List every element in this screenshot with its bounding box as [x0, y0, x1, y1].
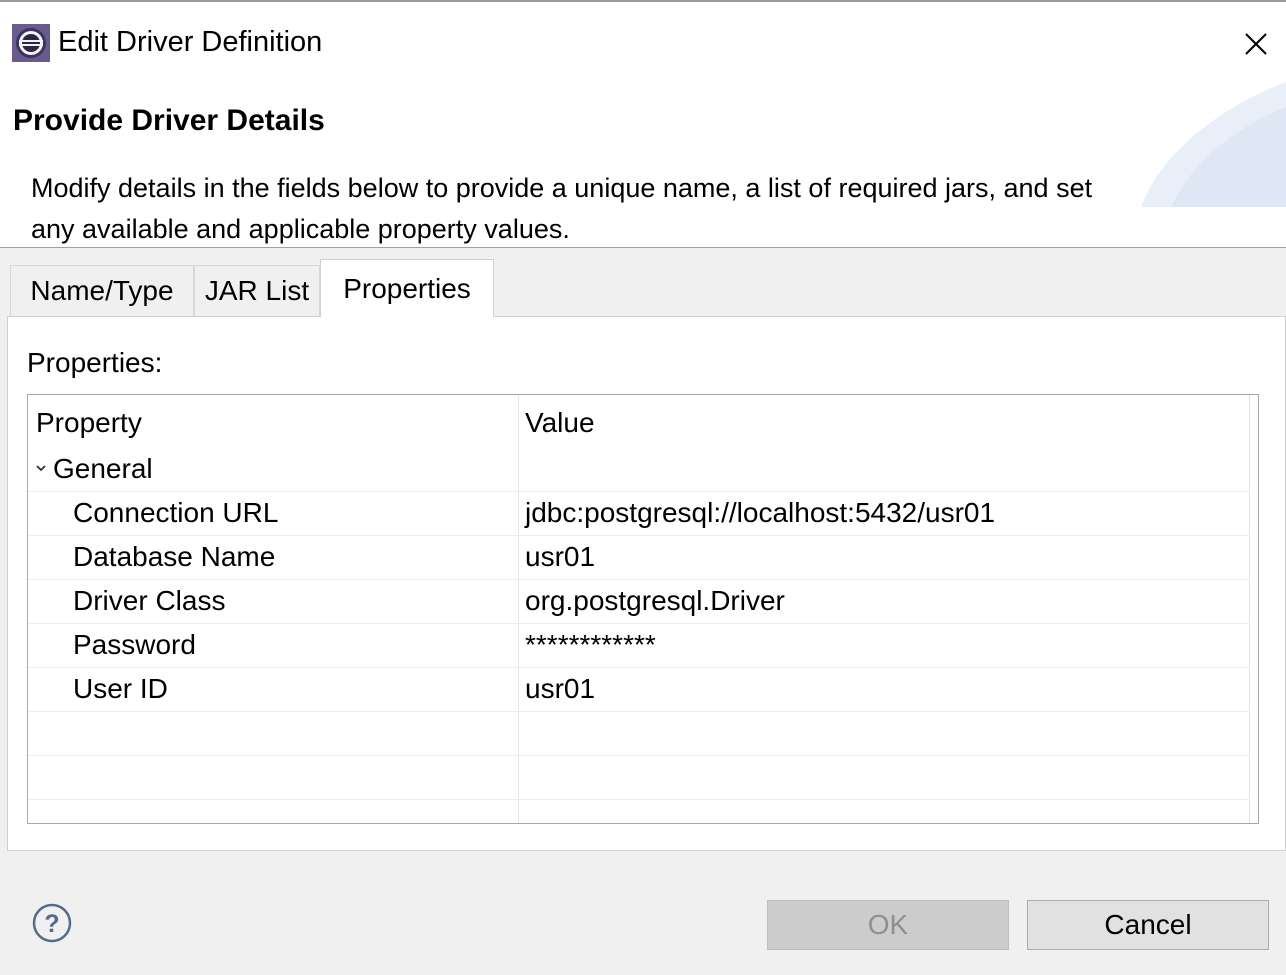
- tab-name-type[interactable]: Name/Type: [10, 265, 194, 316]
- property-value[interactable]: jdbc:postgresql://localhost:5432/usr01: [525, 495, 995, 531]
- properties-table[interactable]: Property Value General Connection URL jd…: [27, 394, 1259, 824]
- window-title: Edit Driver Definition: [58, 26, 323, 58]
- property-name: Connection URL: [73, 497, 279, 528]
- help-icon[interactable]: ?: [31, 902, 73, 944]
- column-header-property[interactable]: Property: [36, 405, 142, 441]
- chevron-down-icon[interactable]: [34, 461, 48, 475]
- column-header-value[interactable]: Value: [525, 405, 595, 441]
- empty-row: [28, 711, 1249, 755]
- empty-row: [28, 755, 1249, 799]
- property-name: Password: [73, 629, 196, 660]
- page-description: Modify details in the fields below to pr…: [31, 173, 1093, 244]
- table-row[interactable]: Database Name usr01: [28, 535, 1249, 579]
- property-name: Database Name: [73, 541, 276, 572]
- properties-panel: Properties: Property Value General Conne…: [7, 316, 1286, 851]
- property-value[interactable]: usr01: [525, 671, 595, 707]
- table-row[interactable]: Driver Class org.postgresql.Driver: [28, 579, 1249, 623]
- ok-button[interactable]: OK: [767, 900, 1009, 950]
- vertical-scrollbar-track[interactable]: [1249, 395, 1250, 823]
- page-title: Provide Driver Details: [13, 104, 325, 137]
- table-row[interactable]: User ID usr01: [28, 667, 1249, 711]
- wizard-header: Provide Driver Details Modify details in…: [0, 82, 1286, 248]
- property-value[interactable]: ************: [525, 627, 656, 663]
- properties-label: Properties:: [27, 347, 163, 378]
- banner-graphic: [1141, 82, 1286, 207]
- empty-row: [28, 799, 1249, 823]
- tab-properties[interactable]: Properties: [320, 259, 494, 317]
- title-bar: Edit Driver Definition: [0, 2, 1286, 82]
- svg-text:?: ?: [44, 910, 59, 938]
- tree-group-general[interactable]: General: [28, 448, 1249, 491]
- tab-jar-list[interactable]: JAR List: [194, 265, 320, 316]
- property-value[interactable]: usr01: [525, 539, 595, 575]
- close-icon[interactable]: [1236, 24, 1276, 64]
- cancel-button[interactable]: Cancel: [1027, 900, 1269, 950]
- eclipse-icon: [12, 24, 50, 62]
- group-label: General: [53, 453, 153, 484]
- table-row[interactable]: Password ************: [28, 623, 1249, 667]
- property-name: User ID: [73, 673, 168, 704]
- property-name: Driver Class: [73, 585, 226, 616]
- property-value[interactable]: org.postgresql.Driver: [525, 583, 785, 619]
- table-row[interactable]: Connection URL jdbc:postgresql://localho…: [28, 491, 1249, 535]
